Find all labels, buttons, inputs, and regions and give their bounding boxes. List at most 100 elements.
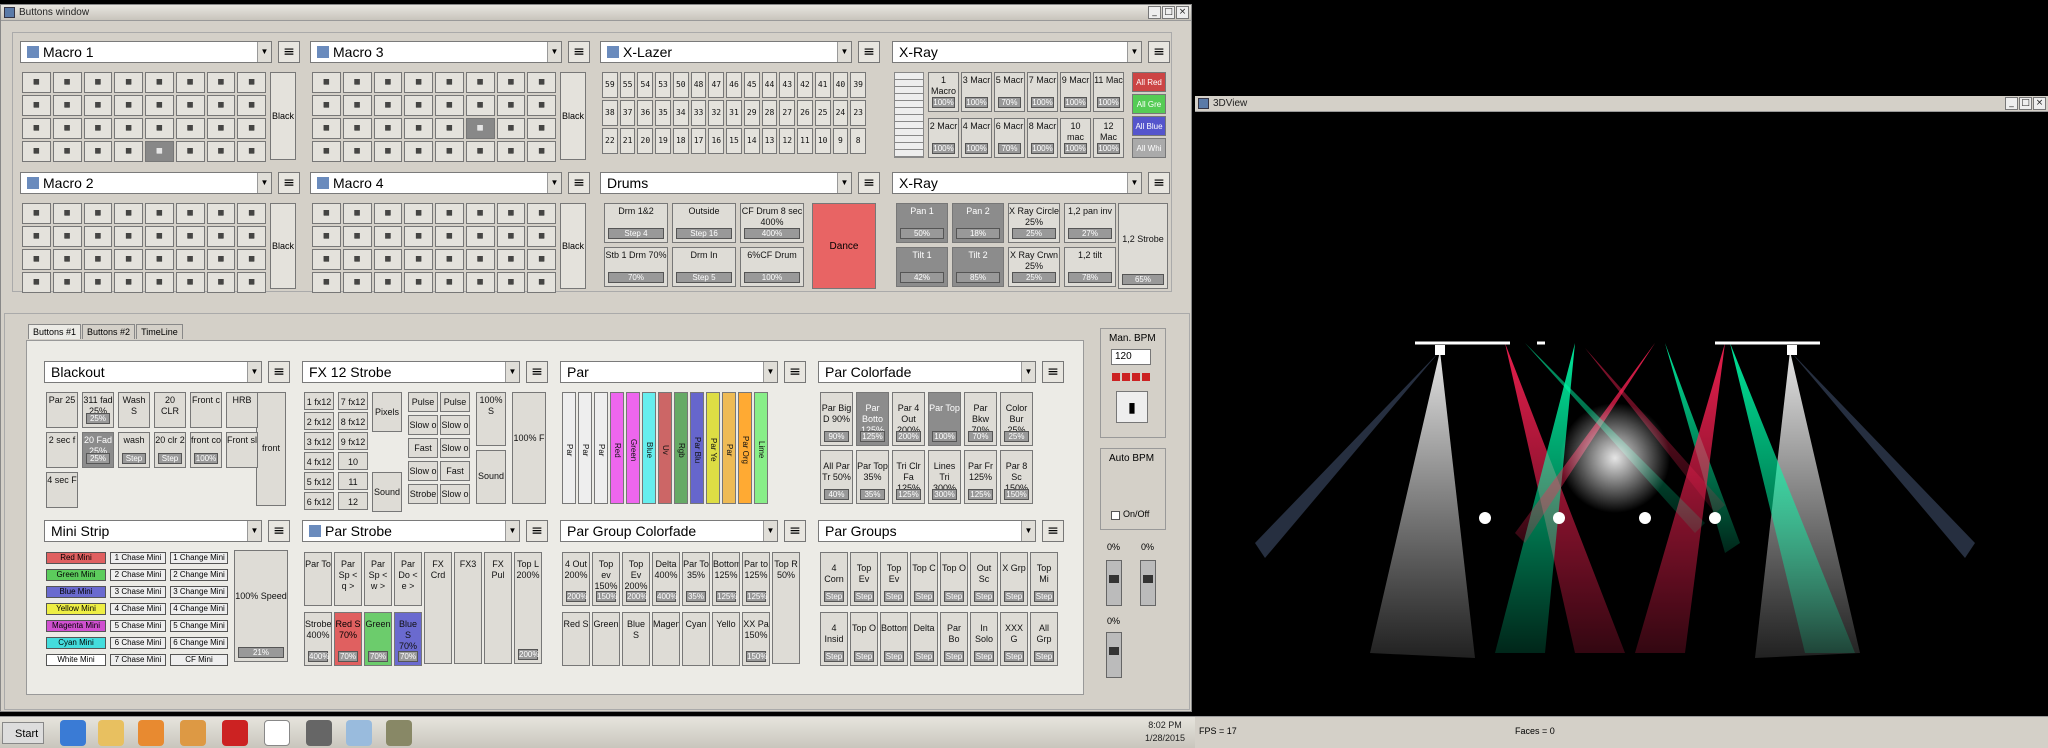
close-icon[interactable]: × [1176,6,1189,19]
macro-button[interactable]: ▦ [496,141,526,162]
dance-button[interactable]: Dance [812,203,876,289]
fx12-mode-button[interactable]: Fast on [440,461,470,481]
lazer-button[interactable]: 10 [814,128,831,154]
lazer-button[interactable]: 17 [690,128,707,154]
fx12-button[interactable]: 1 fx12 [304,392,334,410]
pargroups-button[interactable]: X Grp Step [1000,552,1028,606]
mini-chase-button[interactable]: 7 Chase Mini [110,654,166,666]
macro-button[interactable]: ▦ [496,95,526,116]
parcf-button[interactable]: Par Fr 125% 125% [964,450,997,504]
macro-button[interactable]: ▦ [145,226,174,247]
mini-color-button[interactable]: Red Mini [46,552,106,564]
macro-button[interactable]: ▦ [114,272,143,293]
macro-button[interactable]: ▦ [114,249,143,270]
pargroups-select[interactable]: Par Groups ▼ [818,520,1036,542]
macro-button[interactable]: ▦ [527,95,556,116]
macro-button[interactable]: ▦ [206,95,236,116]
pargcf-button[interactable]: Delta 400% 400% [652,552,680,606]
media-icon[interactable] [138,720,164,746]
mini-change-button[interactable]: 1 Change Mini [170,552,228,564]
macro-button[interactable]: ▦ [342,249,372,270]
lazer-button[interactable]: 45 [743,72,760,98]
par-button[interactable]: Lime [754,392,768,504]
macro-button[interactable]: ▦ [312,118,341,139]
macro-button[interactable]: ▦ [527,226,556,247]
macro-button[interactable]: ▦ [465,272,495,293]
ministrip-menu-button[interactable]: ≡ [268,520,290,542]
lazer-button[interactable]: 9 [832,128,849,154]
close-icon[interactable]: × [2033,97,2046,110]
pargcf-button[interactable]: Par To 35% 35% [682,552,710,606]
macro3-select[interactable]: Macro 3 ▼ [310,41,562,63]
pargroups-button[interactable]: Par Bo Step [940,612,968,666]
macro-button[interactable]: ▦ [83,72,113,93]
parcf-button[interactable]: Par 4 Out 200% 200% [892,392,925,446]
parstrobe-button[interactable]: Blue S 70% 70% [394,612,422,666]
fx12-mode-button[interactable]: Slow o [440,484,470,504]
parstrobe-button[interactable]: FX Pul [484,552,512,664]
lazer-button[interactable]: 46 [726,72,742,98]
blackout-button[interactable]: 20 clr 2 Step [154,432,186,468]
pargroups-button[interactable]: Bottom Step [880,612,908,666]
lazer-button[interactable]: 54 [637,72,654,98]
macro-button[interactable]: ▦ [465,249,495,270]
macro4-select[interactable]: Macro 4 ▼ [310,172,562,194]
macro-button[interactable]: ▦ [312,95,341,116]
par-button[interactable]: Red [610,392,624,504]
lazer-button[interactable]: 34 [672,100,689,126]
minimize-icon[interactable]: _ [1148,6,1161,19]
macro-button[interactable]: ▦ [465,95,495,116]
macro1-select[interactable]: Macro 1 ▼ [20,41,272,63]
lazer-button[interactable]: 24 [832,100,849,126]
lazer-button[interactable]: 33 [690,100,707,126]
parstrobe-button[interactable]: Par Do < e > [394,552,422,606]
macro4-menu-button[interactable]: ≡ [568,172,590,194]
music-icon[interactable] [222,720,248,746]
macro-button[interactable]: ▦ [373,72,403,93]
drum-button[interactable]: 6%CF Drum 100% [740,247,804,287]
xlazer-select[interactable]: X-Lazer ▼ [600,41,852,63]
macro-button[interactable]: ▦ [145,118,174,139]
macro-button[interactable]: ▦ [342,272,372,293]
mini-chase-button[interactable]: 4 Chase Mini [110,603,166,615]
blackout-button[interactable]: 2 sec f [46,432,78,468]
macro-button[interactable]: ▦ [52,272,82,293]
macro-button[interactable]: ▦ [237,95,266,116]
pargroups-button[interactable]: 4 Corn Step [820,552,848,606]
lazer-button[interactable]: 21 [619,128,636,154]
macro-button[interactable]: ▦ [496,203,526,224]
parstrobe-button[interactable]: Top L 200% 200% [514,552,542,664]
macro-button[interactable]: ▦ [175,203,205,224]
macro-button[interactable]: ▦ [145,141,174,162]
fx12-mode-button[interactable]: Pulse S [440,392,470,412]
mini-color-button[interactable]: Cyan Mini [46,637,106,649]
macro-button[interactable]: ▦ [206,141,236,162]
parstrobe-button[interactable]: FX Crd [424,552,452,664]
macro-button[interactable]: ▦ [145,95,174,116]
xray-macro-button[interactable]: 8 Macr 100% [1027,118,1058,158]
xray2-button[interactable]: Tilt 2 85% [952,247,1004,287]
macro-button[interactable]: ▦ [52,226,82,247]
xray-macro-button[interactable]: 11 Mac 100% [1093,72,1124,112]
macro-button[interactable]: ▦ [52,141,82,162]
xray-macro-button[interactable]: 4 Macr 100% [961,118,992,158]
macro-button[interactable]: ▦ [496,249,526,270]
macro-button[interactable]: ▦ [465,72,495,93]
macro-button[interactable]: ▦ [52,72,82,93]
xray-macro-button[interactable]: 6 Macr 70% [994,118,1025,158]
fx12-mode-button[interactable]: Slow o [440,415,470,435]
lazer-button[interactable]: 38 [602,100,618,126]
macro-button[interactable]: ▦ [404,272,433,293]
lazer-button[interactable]: 19 [655,128,671,154]
xray2-button[interactable]: X Ray Crwn 25% 25% [1008,247,1060,287]
fx12-side-button[interactable]: Sound [372,472,402,512]
drums-select[interactable]: Drums ▼ [600,172,852,194]
blackout-button[interactable]: front co 100% [190,432,222,468]
mini-change-button[interactable]: 2 Change Mini [170,569,228,581]
pargcf-select[interactable]: Par Group Colorfade ▼ [560,520,778,542]
macro-button[interactable]: ▦ [206,72,236,93]
par-button[interactable]: Par [578,392,592,504]
lazer-button[interactable]: 43 [779,72,796,98]
chrome-icon[interactable] [180,720,206,746]
par-button[interactable]: Par Ye [706,392,720,504]
